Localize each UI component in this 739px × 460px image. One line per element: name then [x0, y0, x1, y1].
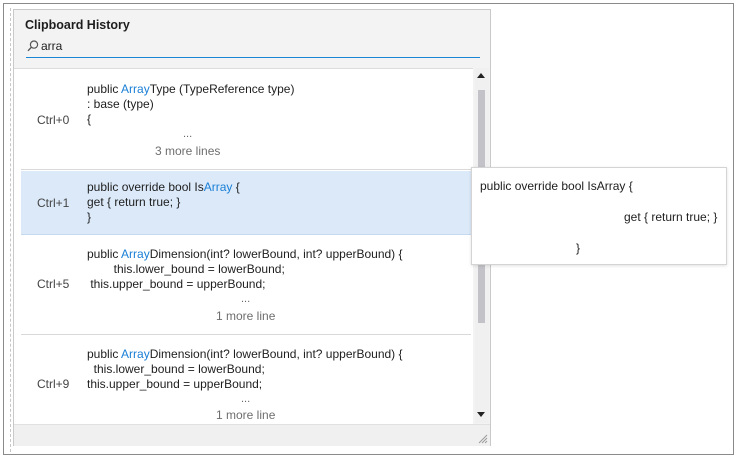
list-item-selected[interactable]: Ctrl+1 public override bool IsArray { ge…: [21, 171, 471, 235]
preview-line: }: [576, 241, 581, 255]
code-line: public override bool IsArray {: [87, 180, 240, 194]
scroll-down-arrow-icon[interactable]: [477, 412, 485, 417]
resize-grip-icon[interactable]: [476, 432, 488, 444]
status-bar: [14, 424, 490, 446]
ellipsis: ...: [241, 393, 251, 405]
code-line: this.lower_bound = lowerBound;: [87, 362, 265, 376]
alignment-guide: [10, 8, 11, 452]
code-line: public ArrayDimension(int? lowerBound, i…: [87, 347, 403, 361]
code-line: this.upper_bound = upperBound;: [87, 377, 263, 391]
code-line: }: [87, 210, 92, 224]
code-line: : base (type): [87, 97, 154, 111]
match-highlight: Array: [121, 247, 150, 261]
preview-line: public override bool IsArray {: [480, 179, 633, 193]
shortcut-label: Ctrl+9: [37, 377, 70, 391]
search-input[interactable]: [41, 38, 461, 54]
match-highlight: Array: [203, 180, 233, 194]
code-line: get { return true; }: [87, 195, 181, 209]
shortcut-label: Ctrl+5: [37, 277, 70, 291]
match-highlight: Array: [121, 347, 150, 361]
ellipsis: ...: [183, 128, 193, 140]
preview-line: get { return true; }: [624, 210, 718, 224]
list-item[interactable]: Ctrl+0 public ArrayType (TypeReference t…: [21, 69, 471, 170]
shortcut-label: Ctrl+1: [37, 196, 70, 210]
code-line: {: [87, 112, 92, 126]
code-line: this.lower_bound = lowerBound;: [87, 262, 285, 276]
ellipsis: ...: [241, 293, 251, 305]
more-lines-label: 3 more lines: [155, 144, 221, 158]
code-line: public ArrayType (TypeReference type): [87, 82, 295, 96]
preview-tooltip: public override bool IsArray { get { ret…: [471, 167, 727, 265]
search-icon: [27, 40, 39, 52]
panel-title: Clipboard History: [25, 18, 130, 32]
more-lines-label: 1 more line: [216, 408, 276, 422]
more-lines-label: 1 more line: [216, 309, 276, 323]
search-box[interactable]: [26, 37, 480, 58]
list-item[interactable]: Ctrl+9 public ArrayDimension(int? lowerB…: [21, 336, 471, 424]
shortcut-label: Ctrl+0: [37, 113, 70, 127]
clipboard-list[interactable]: Ctrl+0 public ArrayType (TypeReference t…: [14, 68, 473, 424]
match-highlight: Array: [121, 82, 150, 96]
scroll-up-arrow-icon[interactable]: [477, 73, 485, 78]
code-line: public ArrayDimension(int? lowerBound, i…: [87, 247, 403, 261]
code-line: this.upper_bound = upperBound;: [87, 277, 266, 291]
list-item[interactable]: Ctrl+5 public ArrayDimension(int? lowerB…: [21, 236, 471, 335]
clipboard-history-panel: Clipboard History Ctrl+0 public ArrayTyp…: [13, 9, 491, 446]
